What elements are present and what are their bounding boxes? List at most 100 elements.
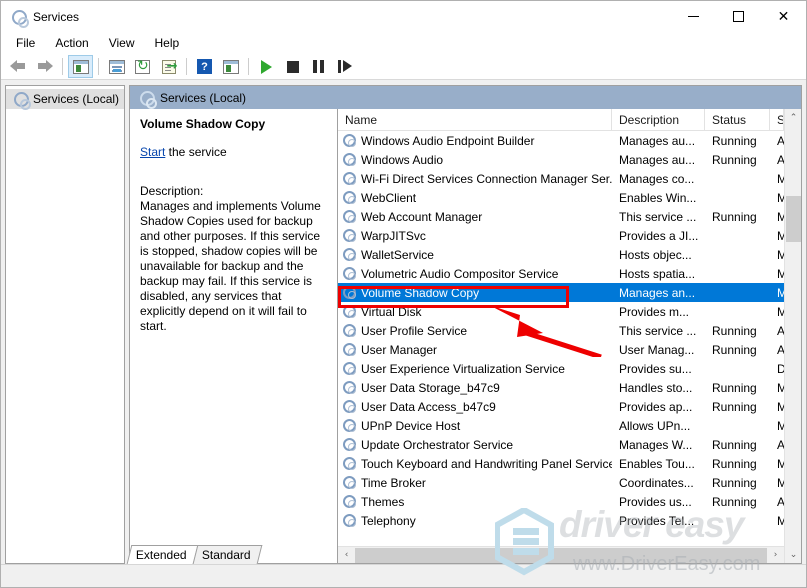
menu-view[interactable]: View [100, 34, 144, 52]
vertical-scroll-thumb[interactable] [786, 196, 801, 242]
table-row[interactable]: UPnP Device HostAllows UPn...Ma [338, 416, 784, 435]
services-gear-icon [342, 210, 357, 224]
title-bar-left: Services [1, 9, 79, 25]
horizontal-scroll-track[interactable] [355, 547, 767, 564]
cell-service-name: Themes [338, 495, 612, 509]
services-list: Name ˇ Description Status Sta W [338, 109, 784, 563]
cell-startup-type: Ma [770, 457, 784, 471]
service-name-label: WalletService [361, 248, 434, 262]
table-row[interactable]: User Data Access_b47c9Provides ap...Runn… [338, 397, 784, 416]
start-service-link[interactable]: Start [140, 145, 165, 159]
maximize-button[interactable] [716, 1, 761, 32]
tab-extended[interactable]: Extended [127, 545, 198, 564]
table-row[interactable]: Touch Keyboard and Handwriting Panel Ser… [338, 454, 784, 473]
table-row[interactable]: WarpJITSvcProvides a JI...Ma [338, 226, 784, 245]
table-row[interactable]: ThemesProvides us...RunningAu [338, 492, 784, 511]
services-gear-icon [342, 267, 357, 281]
cell-service-name: Windows Audio Endpoint Builder [338, 134, 612, 148]
tree-item-services-local[interactable]: Services (Local) [6, 89, 124, 109]
cell-startup-type: Ma [770, 305, 784, 319]
services-gear-icon [342, 229, 357, 243]
show-hide-console-tree-button[interactable] [68, 55, 93, 78]
cell-description: Provides us... [612, 495, 705, 509]
export-list-button[interactable] [156, 55, 181, 78]
table-row[interactable]: User Data Storage_b47c9Handles sto...Run… [338, 378, 784, 397]
menu-help[interactable]: Help [146, 34, 189, 52]
service-name-label: Update Orchestrator Service [361, 438, 513, 452]
horizontal-scroll-thumb[interactable] [355, 548, 767, 563]
table-row[interactable]: WalletServiceHosts objec...Ma [338, 245, 784, 264]
restart-service-button[interactable] [332, 55, 357, 78]
minimize-button[interactable] [671, 1, 716, 32]
tab-standard[interactable]: Standard [192, 545, 261, 564]
services-gear-icon [342, 134, 357, 148]
cell-startup-type: Au [770, 343, 784, 357]
table-row[interactable]: Windows Audio Endpoint BuilderManages au… [338, 131, 784, 150]
table-row[interactable]: Volumetric Audio Compositor ServiceHosts… [338, 264, 784, 283]
column-header-description[interactable]: Description [612, 109, 705, 130]
forward-arrow-icon [36, 60, 53, 73]
scroll-up-button[interactable]: ⌃ [785, 109, 801, 126]
horizontal-scrollbar[interactable]: ‹ › [338, 546, 784, 563]
cell-status: Running [705, 134, 770, 148]
cell-description: Allows UPn... [612, 419, 705, 433]
column-header-name[interactable]: Name ˇ [338, 109, 612, 130]
services-gear-icon [342, 514, 357, 528]
properties-window-icon [109, 60, 125, 74]
table-row[interactable]: User Experience Virtualization ServicePr… [338, 359, 784, 378]
cell-service-name: User Data Access_b47c9 [338, 400, 612, 414]
table-row[interactable]: Update Orchestrator ServiceManages W...R… [338, 435, 784, 454]
services-gear-icon [342, 324, 357, 338]
services-gear-icon [342, 172, 357, 186]
cell-service-name: WarpJITSvc [338, 229, 612, 243]
services-pane: Services (Local) Volume Shadow Copy Star… [129, 85, 802, 564]
vertical-scroll-track[interactable] [785, 126, 801, 546]
show-hide-action-pane-button[interactable] [218, 55, 243, 78]
cell-service-name: WebClient [338, 191, 612, 205]
table-row[interactable]: Windows AudioManages au...RunningAu [338, 150, 784, 169]
table-row[interactable]: Virtual DiskProvides m...Ma [338, 302, 784, 321]
scroll-right-button[interactable]: › [767, 547, 784, 564]
start-service-button[interactable] [254, 55, 279, 78]
services-gear-icon [342, 419, 357, 433]
service-action-suffix: the service [165, 145, 226, 159]
table-row[interactable]: Time BrokerCoordinates...RunningMa [338, 473, 784, 492]
service-name-label: Telephony [361, 514, 416, 528]
back-button[interactable] [6, 55, 31, 78]
table-row[interactable]: Wi-Fi Direct Services Connection Manager… [338, 169, 784, 188]
restart-icon [338, 60, 352, 73]
table-row[interactable]: WebClientEnables Win...Ma [338, 188, 784, 207]
refresh-button[interactable] [130, 55, 155, 78]
stop-service-button[interactable] [280, 55, 305, 78]
cell-status: Running [705, 153, 770, 167]
pause-service-button[interactable] [306, 55, 331, 78]
menu-file[interactable]: File [7, 34, 44, 52]
forward-button[interactable] [32, 55, 57, 78]
table-row[interactable]: TelephonyProvides Tel...Ma [338, 511, 784, 530]
help-button[interactable]: ? [192, 55, 217, 78]
close-button[interactable]: ✕ [761, 1, 806, 32]
service-name-label: Wi-Fi Direct Services Connection Manager… [361, 172, 612, 186]
table-row[interactable]: Volume Shadow CopyManages an...Ma [338, 283, 784, 302]
services-gear-icon [12, 91, 28, 107]
service-name-label: Themes [361, 495, 404, 509]
list-column-headers: Name ˇ Description Status Sta [338, 109, 784, 131]
services-gear-icon [342, 362, 357, 376]
cell-service-name: Virtual Disk [338, 305, 612, 319]
cell-service-name: Update Orchestrator Service [338, 438, 612, 452]
cell-status: Running [705, 343, 770, 357]
table-row[interactable]: User ManagerUser Manag...RunningAu [338, 340, 784, 359]
vertical-scrollbar[interactable]: ⌃ ⌄ [784, 109, 801, 563]
column-header-startup-type[interactable]: Sta [770, 109, 784, 130]
service-name-label: Windows Audio [361, 153, 443, 167]
scroll-left-button[interactable]: ‹ [338, 547, 355, 564]
properties-button[interactable] [104, 55, 129, 78]
table-row[interactable]: Web Account ManagerThis service ...Runni… [338, 207, 784, 226]
menu-action[interactable]: Action [46, 34, 97, 52]
scroll-down-button[interactable]: ⌄ [785, 546, 801, 563]
close-icon: ✕ [778, 10, 790, 24]
cell-startup-type: Ma [770, 419, 784, 433]
column-header-status[interactable]: Status [705, 109, 770, 130]
table-row[interactable]: User Profile ServiceThis service ...Runn… [338, 321, 784, 340]
description-text: Manages and implements Volume Shadow Cop… [140, 199, 327, 334]
